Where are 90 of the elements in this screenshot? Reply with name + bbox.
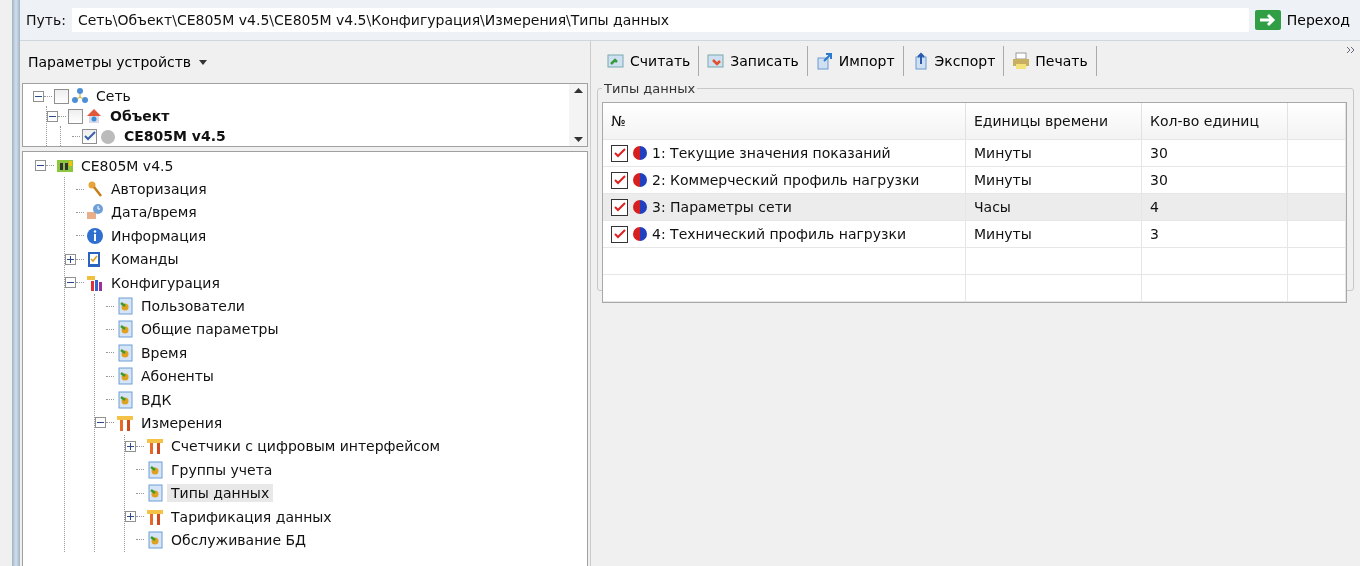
table-cell: 4	[1150, 199, 1159, 215]
tree-item[interactable]: Дата/время	[107, 203, 201, 222]
table-cell: 2: Коммерческий профиль нагрузки	[652, 172, 920, 188]
toolbar-button[interactable]: Печать	[1004, 46, 1097, 76]
path-label: Путь:	[26, 12, 66, 28]
go-button[interactable]: Переход	[1254, 10, 1360, 30]
tree-item[interactable]: Группы учета	[167, 460, 277, 479]
tools-icon	[116, 414, 134, 432]
tree-item[interactable]: Информация	[107, 226, 211, 245]
document-gear-icon	[116, 367, 134, 386]
document-gear-icon	[146, 460, 164, 479]
keys-icon	[86, 180, 104, 199]
group-title: Типы данных	[603, 81, 697, 96]
collapse-icon[interactable]	[33, 90, 44, 102]
arrow-right-icon	[1254, 10, 1281, 30]
checkbox[interactable]	[611, 225, 628, 243]
scrollbar[interactable]	[569, 84, 587, 146]
sphere-icon	[632, 199, 648, 215]
checkbox[interactable]	[611, 171, 628, 189]
tree-item[interactable]: Обслуживание БД	[167, 530, 310, 549]
tree-item[interactable]: ВДК	[137, 390, 176, 409]
tree-item[interactable]: CE805M v4.5	[120, 127, 230, 145]
table-cell: Часы	[974, 199, 1011, 215]
table-cell: 3	[1150, 226, 1159, 242]
tree-item[interactable]: Пользователи	[137, 297, 249, 316]
document-gear-icon	[146, 530, 164, 549]
caret-icon	[199, 59, 208, 65]
tree-item[interactable]: Авторизация	[107, 180, 211, 199]
scroll-down-icon[interactable]	[573, 137, 583, 142]
column-header[interactable]: Единицы времени	[966, 103, 1142, 139]
sphere-icon	[632, 172, 648, 188]
column-header[interactable]: №	[603, 103, 966, 139]
tree-item[interactable]: CE805M v4.5	[77, 156, 178, 175]
table-cell: 1: Текущие значения показаний	[652, 145, 891, 161]
printer-icon	[1012, 52, 1031, 70]
checkbox[interactable]	[54, 88, 69, 104]
collapse-icon[interactable]	[95, 417, 106, 429]
sphere-icon	[632, 145, 648, 161]
toolbar-button[interactable]: Считать	[599, 46, 700, 76]
document-gear-icon	[116, 343, 134, 362]
document-gear-icon	[116, 297, 134, 316]
toolbar-button[interactable]: Записать	[699, 46, 808, 76]
write-icon	[707, 52, 726, 70]
tree-item[interactable]: Счетчики с цифровым интерфейсом	[167, 437, 445, 456]
checkbox[interactable]	[82, 128, 97, 144]
house-icon	[85, 107, 103, 125]
network-icon	[71, 87, 89, 105]
tree-item[interactable]: Тарификация данных	[167, 507, 336, 526]
tree-item[interactable]: Типы данных	[167, 484, 274, 503]
document-gear-icon	[116, 320, 134, 339]
expand-icon[interactable]	[125, 440, 136, 452]
tree-item[interactable]: Объект	[106, 107, 174, 125]
tree-item[interactable]: Сеть	[92, 87, 135, 105]
collapse-icon[interactable]	[47, 110, 58, 122]
path-field[interactable]: Сеть\Объект\CE805M v4.5\CE805M v4.5\Конфигурация\Измерения\Типы данных	[71, 8, 1249, 32]
scroll-up-icon[interactable]	[573, 88, 583, 93]
checkbox[interactable]	[611, 144, 628, 162]
tree-item[interactable]: Конфигурация	[107, 273, 224, 292]
tree-item[interactable]: Команды	[107, 250, 183, 269]
tools-icon	[146, 437, 164, 456]
checkbox[interactable]	[611, 198, 628, 216]
read-icon	[607, 52, 625, 70]
tree-item[interactable]: Общие параметры	[137, 320, 283, 339]
document-gear-icon	[116, 390, 134, 409]
books-icon	[86, 273, 104, 292]
table-cell: 3: Параметры сети	[652, 199, 792, 215]
checkbox[interactable]	[68, 108, 83, 124]
table-cell: 4: Технический профиль нагрузки	[652, 226, 907, 242]
tree-item[interactable]: Измерения	[137, 414, 227, 432]
table-cell: Минуты	[974, 172, 1032, 188]
table-cell: Минуты	[974, 226, 1032, 242]
document-gear-icon	[146, 484, 164, 503]
toolbar-button[interactable]: Экспорт	[903, 46, 1005, 76]
collapse-icon[interactable]	[35, 160, 46, 172]
collapse-icon[interactable]	[65, 277, 76, 289]
expand-icon[interactable]	[65, 253, 76, 265]
table-cell: 30	[1150, 172, 1168, 188]
tools-icon	[146, 507, 164, 526]
sphere-icon	[99, 127, 117, 145]
toolbar-button[interactable]: Импорт	[807, 46, 904, 76]
tree-item[interactable]: Время	[137, 343, 192, 362]
table-cell: 30	[1150, 145, 1168, 161]
column-header[interactable]: Кол-во единиц	[1142, 103, 1288, 139]
sphere-icon	[632, 226, 648, 242]
info-icon	[86, 226, 104, 245]
table-cell: Минуты	[974, 145, 1032, 161]
tree-item[interactable]: Абоненты	[137, 367, 218, 386]
import-icon	[815, 52, 834, 70]
clock-icon	[86, 203, 104, 222]
expand-icon[interactable]	[125, 511, 136, 523]
